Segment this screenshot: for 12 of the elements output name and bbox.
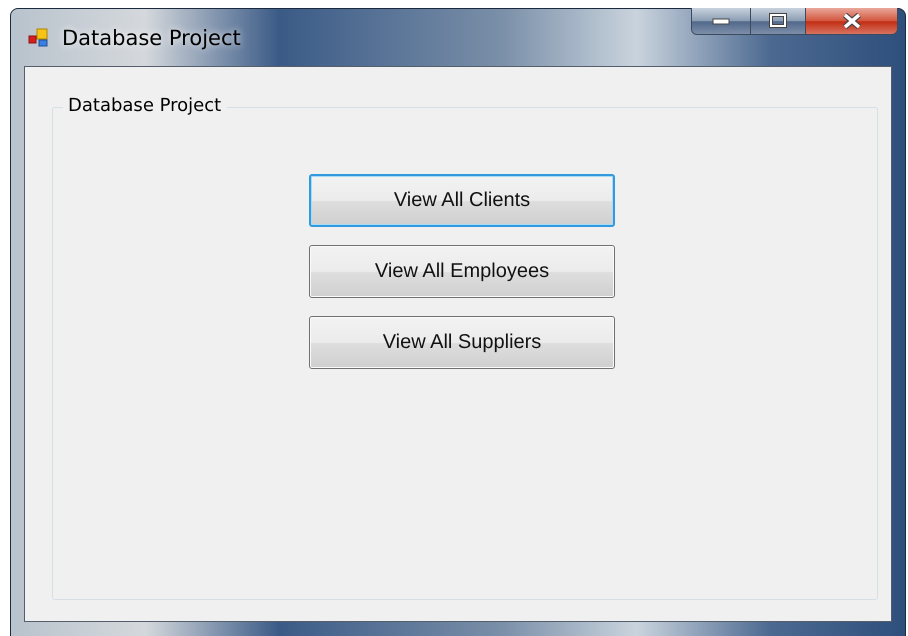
minimize-button[interactable] [692,8,750,34]
close-button[interactable] [805,8,897,34]
view-button[interactable]: View All Clients [309,174,615,227]
window-title: Database Project [62,26,241,50]
view-button[interactable]: View All Suppliers [309,316,615,369]
app-icon [28,28,50,48]
minimize-icon [711,16,731,26]
close-icon [840,13,862,29]
group-label: Database Project [63,95,228,116]
view-button[interactable]: View All Employees [309,245,615,298]
maximize-button[interactable] [750,8,805,34]
maximize-icon [768,13,788,29]
